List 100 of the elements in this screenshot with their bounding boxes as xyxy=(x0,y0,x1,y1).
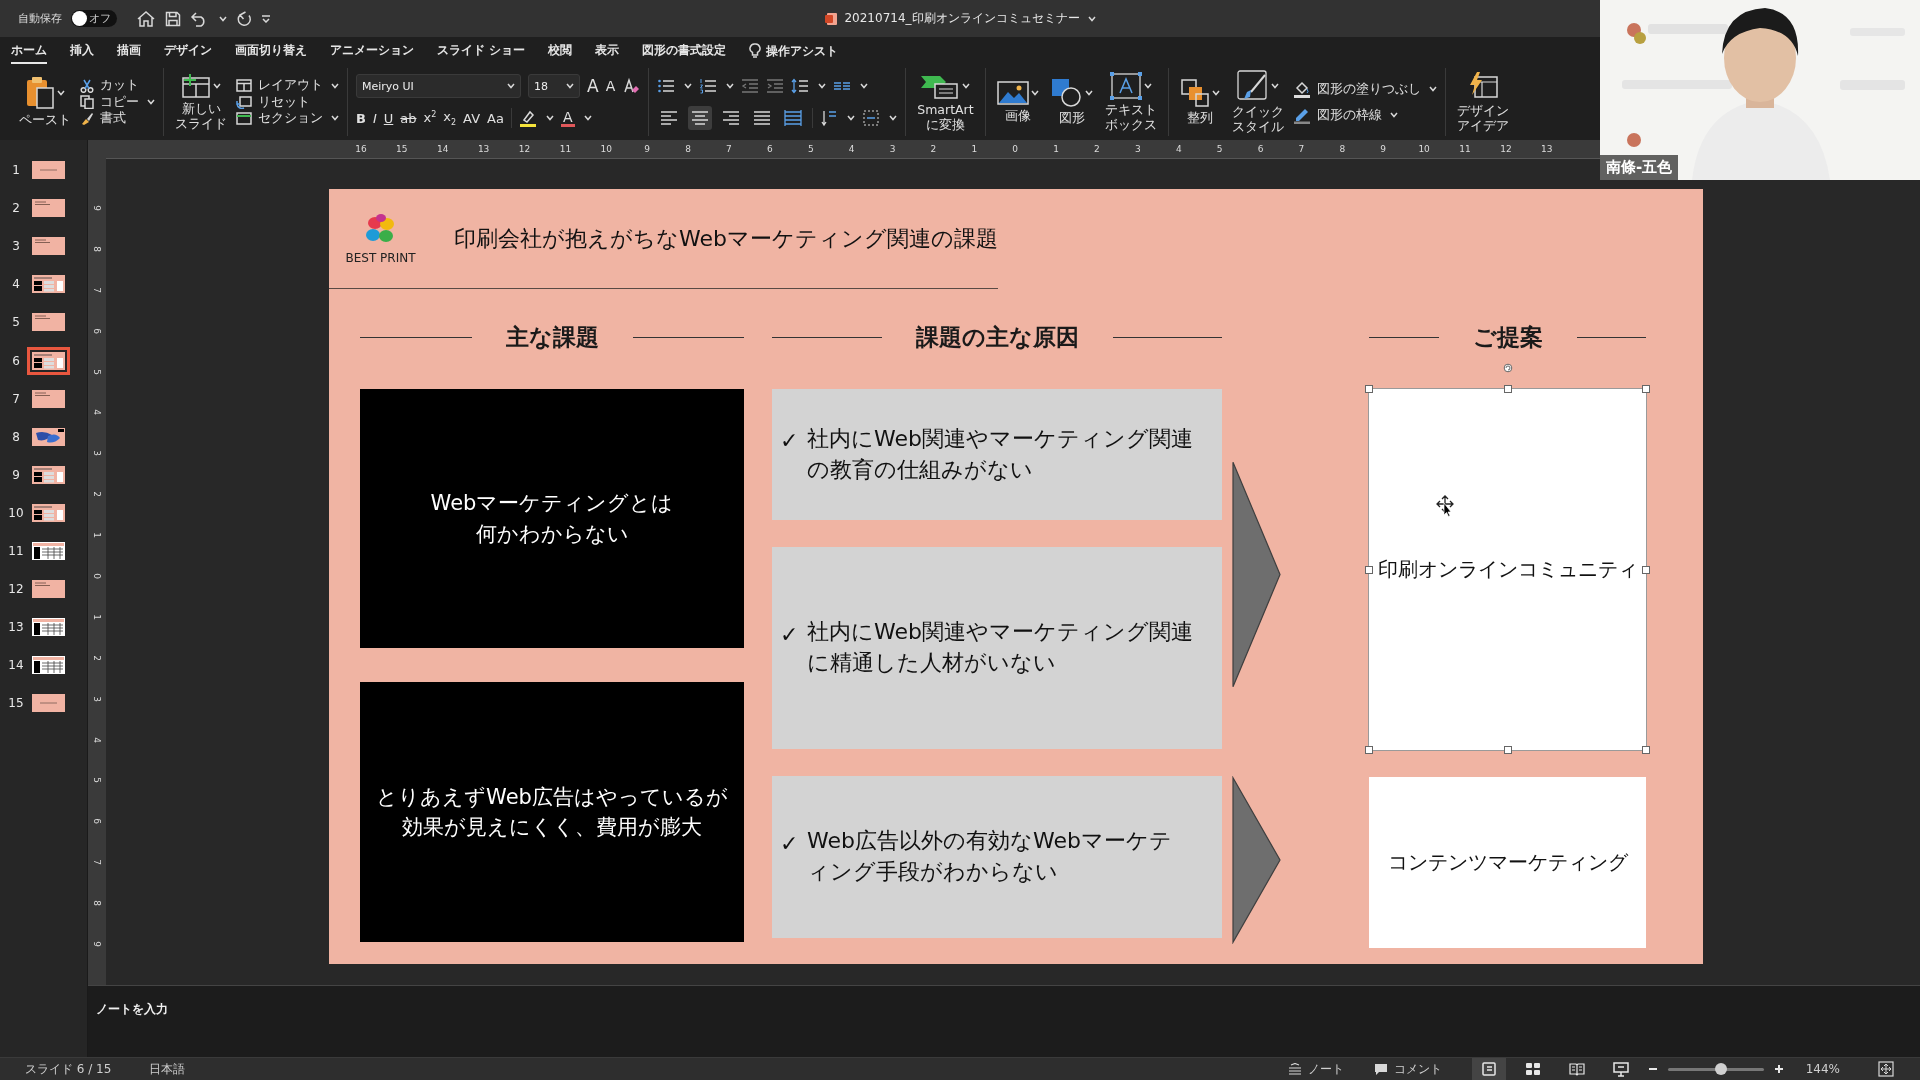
format-painter-button[interactable]: 書式 xyxy=(80,111,155,126)
caret-icon[interactable] xyxy=(507,83,515,89)
caret-icon[interactable] xyxy=(962,83,971,90)
ribbon-tab[interactable]: アニメーション xyxy=(330,38,414,64)
align-text-icon[interactable] xyxy=(862,109,881,127)
copy-button[interactable]: コピー xyxy=(80,94,155,110)
ribbon-tab[interactable]: 描画 xyxy=(117,38,141,64)
resize-handle[interactable] xyxy=(1365,385,1373,393)
caret-icon[interactable] xyxy=(219,15,227,22)
highlighter-icon[interactable] xyxy=(518,109,537,127)
home-icon[interactable] xyxy=(136,9,156,28)
text-style-button[interactable]: B xyxy=(356,111,366,125)
smartart-button[interactable]: SmartArt に変換 xyxy=(914,70,977,134)
cut-button[interactable]: カット xyxy=(80,78,155,93)
text-style-button[interactable]: x$^{2}$ xyxy=(423,111,437,125)
caret-icon[interactable] xyxy=(1143,83,1152,90)
resize-handle[interactable] xyxy=(1642,385,1650,393)
caret-icon[interactable] xyxy=(818,83,827,89)
caret-icon[interactable] xyxy=(860,83,869,89)
caret-icon[interactable] xyxy=(566,83,574,89)
proposal-box[interactable]: コンテンツマーケティング xyxy=(1369,777,1646,948)
quick-styles-button[interactable]: クイック スタイル xyxy=(1228,68,1287,136)
caret-icon[interactable] xyxy=(1084,90,1093,97)
caret-icon[interactable] xyxy=(331,115,339,122)
slide-thumbnail[interactable] xyxy=(27,346,70,375)
autosave-toggle[interactable]: オフ xyxy=(71,10,117,27)
caret-icon[interactable] xyxy=(583,115,592,121)
grow-font-button[interactable]: A xyxy=(587,77,599,95)
ribbon-tab[interactable]: 挿入 xyxy=(70,38,94,64)
caret-icon[interactable] xyxy=(1428,86,1437,92)
paste-button[interactable]: ペースト xyxy=(16,74,74,130)
caret-icon[interactable] xyxy=(1087,15,1096,22)
ribbon-tab[interactable]: スライド ショー xyxy=(437,38,526,64)
resize-handle[interactable] xyxy=(1642,746,1650,754)
language-label[interactable]: 日本語 xyxy=(149,1060,186,1078)
caret-icon[interactable] xyxy=(1389,112,1398,118)
caret-icon[interactable] xyxy=(1270,83,1279,90)
resize-handle[interactable] xyxy=(1365,565,1373,574)
customize-icon[interactable] xyxy=(261,14,271,23)
caret-icon[interactable] xyxy=(147,99,155,105)
caret-icon[interactable] xyxy=(889,115,898,121)
layout-button[interactable]: レイアウト xyxy=(236,78,339,93)
fit-to-window-icon[interactable] xyxy=(1878,1061,1894,1077)
font-name-field[interactable]: Meiryo UI xyxy=(356,74,521,98)
text-style-button[interactable]: x$_{2}$ xyxy=(443,109,457,127)
tell-me-search[interactable]: 操作アシスト xyxy=(749,42,839,60)
notes-placeholder[interactable]: ノートを入力 xyxy=(96,1002,168,1016)
text-direction-icon[interactable] xyxy=(820,109,839,127)
shrink-font-button[interactable]: A xyxy=(605,79,616,93)
caret-icon[interactable] xyxy=(331,82,339,89)
text-style-button[interactable]: I xyxy=(372,111,377,125)
shapes-button[interactable]: 図形 xyxy=(1047,76,1096,128)
ribbon-tab[interactable]: 校閲 xyxy=(548,38,573,64)
comments-button[interactable]: コメント xyxy=(1373,1060,1442,1078)
undo-icon[interactable] xyxy=(190,10,208,27)
resize-handle[interactable] xyxy=(1642,565,1650,574)
align-button[interactable] xyxy=(688,106,713,130)
font-color-button[interactable]: A xyxy=(560,109,575,127)
caret-icon[interactable] xyxy=(847,115,856,121)
design-ideas-button[interactable]: デザイン アイデア xyxy=(1453,69,1512,135)
shape-fill-button[interactable]: 図形の塗りつぶし xyxy=(1292,80,1437,98)
text-style-button[interactable]: U xyxy=(383,111,394,125)
text-style-button[interactable]: Aa xyxy=(487,111,504,125)
redo-icon[interactable] xyxy=(236,10,252,27)
text-style-button[interactable]: ab xyxy=(400,111,417,125)
arrange-button[interactable]: 整列 xyxy=(1176,76,1223,128)
resize-handle[interactable] xyxy=(1503,746,1512,754)
increase-indent-icon[interactable] xyxy=(766,78,785,94)
rotate-handle[interactable] xyxy=(1502,363,1513,373)
caret-icon[interactable] xyxy=(684,83,693,89)
text-style-button[interactable]: AV xyxy=(463,111,481,125)
ribbon-tab[interactable]: 画面切り替え xyxy=(235,38,307,64)
resize-handle[interactable] xyxy=(1503,385,1512,393)
new-slide-button[interactable]: 新しい スライド xyxy=(172,71,230,133)
clear-formatting-icon[interactable] xyxy=(622,77,641,95)
notes-button[interactable]: ノート xyxy=(1287,1060,1344,1078)
caret-icon[interactable] xyxy=(545,115,554,121)
caret-icon[interactable] xyxy=(1211,90,1220,97)
font-size-field[interactable]: 18 xyxy=(528,74,580,98)
shape-outline-button[interactable]: 図形の枠線 xyxy=(1292,106,1437,124)
caret-icon[interactable] xyxy=(1030,90,1039,97)
normal-view-icon[interactable] xyxy=(1471,1058,1506,1080)
reset-button[interactable]: リセット xyxy=(236,94,339,110)
section-button[interactable]: セクション xyxy=(236,111,339,126)
text-box-button[interactable]: テキスト ボックス xyxy=(1101,70,1160,134)
zoom-percentage[interactable]: 144% xyxy=(1805,1062,1840,1076)
ribbon-tab[interactable]: デザイン xyxy=(164,38,212,64)
numbering-icon[interactable] xyxy=(699,78,718,94)
caret-icon[interactable] xyxy=(57,90,65,97)
ribbon-tab[interactable]: 図形の書式設定 xyxy=(642,38,727,64)
caret-icon[interactable] xyxy=(726,83,735,89)
slider-thumb[interactable] xyxy=(1715,1062,1728,1075)
line-spacing-icon[interactable] xyxy=(791,78,810,94)
save-icon[interactable] xyxy=(165,10,181,27)
zoom-in-icon[interactable] xyxy=(1773,1064,1784,1074)
ribbon-tab[interactable]: 表示 xyxy=(595,38,620,64)
caret-icon[interactable] xyxy=(213,83,221,90)
picture-button[interactable]: 画像 xyxy=(993,78,1042,126)
resize-handle[interactable] xyxy=(1365,746,1373,754)
decrease-indent-icon[interactable] xyxy=(741,78,760,94)
